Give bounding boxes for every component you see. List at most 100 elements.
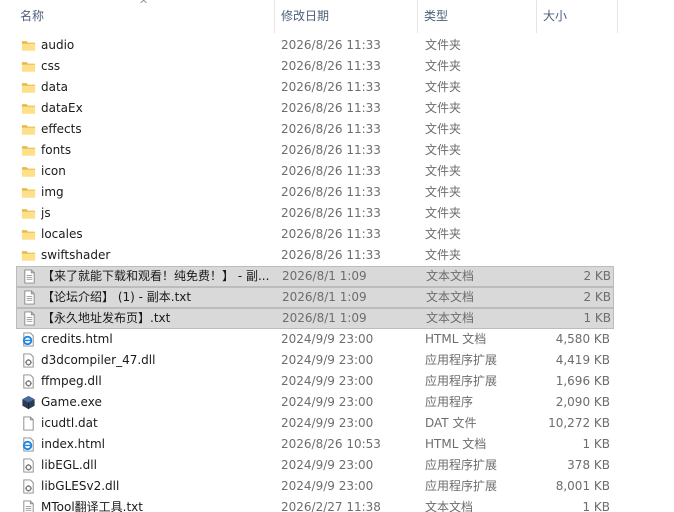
file-size bbox=[536, 56, 610, 77]
file-name: data bbox=[41, 80, 69, 94]
file-name: d3dcompiler_47.dll bbox=[41, 353, 156, 367]
file-name: index.html bbox=[41, 437, 105, 451]
file-modified-date: 2026/8/26 11:33 bbox=[281, 164, 381, 178]
folder-icon bbox=[21, 248, 36, 263]
file-name: swiftshader bbox=[41, 248, 111, 262]
file-type: HTML 文档 bbox=[425, 437, 487, 451]
file-size: 10,272 KB bbox=[548, 416, 610, 430]
file-modified-date: 2026/2/27 11:38 bbox=[281, 500, 381, 512]
file-name: fonts bbox=[41, 143, 72, 157]
file-row[interactable]: Game.exe 2024/9/9 23:00 应用程序 2,090 KB bbox=[16, 392, 614, 413]
file-name: 【来了就能下载和观看！纯免费！】 - 副... bbox=[42, 269, 270, 283]
file-size: 4,580 KB bbox=[555, 332, 610, 346]
file-modified-date: 2026/8/26 11:33 bbox=[281, 185, 381, 199]
file-name: ffmpeg.dll bbox=[41, 374, 102, 388]
file-row[interactable]: img 2026/8/26 11:33 文件夹 bbox=[16, 182, 614, 203]
file-size bbox=[536, 98, 610, 119]
file-size: 8,001 KB bbox=[555, 479, 610, 493]
column-divider[interactable] bbox=[617, 0, 618, 33]
file-type: 文件夹 bbox=[425, 122, 462, 136]
exe-icon bbox=[21, 395, 36, 410]
column-header-type[interactable]: 类型 bbox=[418, 0, 536, 33]
file-name: dataEx bbox=[41, 101, 83, 115]
file-row[interactable]: icon 2026/8/26 11:33 文件夹 bbox=[16, 161, 614, 182]
file-modified-date: 2026/8/26 11:33 bbox=[281, 80, 381, 94]
file-size bbox=[536, 182, 610, 203]
file-row[interactable]: fonts 2026/8/26 11:33 文件夹 bbox=[16, 140, 614, 161]
file-size: 4,419 KB bbox=[555, 353, 610, 367]
file-modified-date: 2024/9/9 23:00 bbox=[281, 479, 374, 493]
dll-file-icon bbox=[21, 353, 36, 368]
file-row[interactable]: dataEx 2026/8/26 11:33 文件夹 bbox=[16, 98, 614, 119]
file-row[interactable]: index.html 2026/8/26 10:53 HTML 文档 1 KB bbox=[16, 434, 614, 455]
file-row[interactable]: js 2026/8/26 11:33 文件夹 bbox=[16, 203, 614, 224]
file-type: 应用程序扩展 bbox=[425, 479, 498, 493]
file-row[interactable]: libEGL.dll 2024/9/9 23:00 应用程序扩展 378 KB bbox=[16, 455, 614, 476]
file-name: img bbox=[41, 185, 64, 199]
file-row[interactable]: swiftshader 2026/8/26 11:33 文件夹 bbox=[16, 245, 614, 266]
file-name: icon bbox=[41, 164, 66, 178]
file-type: 应用程序 bbox=[425, 395, 474, 409]
file-name: MTool翻译工具.txt bbox=[41, 500, 143, 512]
file-modified-date: 2024/9/9 23:00 bbox=[281, 416, 374, 430]
file-type: 应用程序扩展 bbox=[425, 353, 498, 367]
file-type: 文件夹 bbox=[425, 38, 462, 52]
file-row[interactable]: 【来了就能下载和观看！纯免费！】 - 副... 2026/8/1 1:09 文本文档… bbox=[16, 266, 614, 287]
file-name: 【永久地址发布页】.txt bbox=[42, 311, 171, 325]
file-modified-date: 2026/8/26 11:33 bbox=[281, 143, 381, 157]
file-modified-date: 2024/9/9 23:00 bbox=[281, 332, 374, 346]
file-name: js bbox=[41, 206, 51, 220]
file-type: 文件夹 bbox=[425, 59, 462, 73]
file-row[interactable]: 【论坛介绍】 (1) - 副本.txt 2026/8/1 1:09 文本文档 2 KB bbox=[16, 287, 614, 308]
file-row[interactable]: 【永久地址发布页】.txt 2026/8/1 1:09 文本文档 1 KB bbox=[16, 308, 614, 329]
file-row[interactable]: ffmpeg.dll 2024/9/9 23:00 应用程序扩展 1,696 KB bbox=[16, 371, 614, 392]
file-size: 2,090 KB bbox=[555, 395, 610, 409]
folder-icon bbox=[21, 122, 36, 137]
file-type: HTML 文档 bbox=[425, 332, 487, 346]
file-type: 文本文档 bbox=[426, 269, 475, 283]
file-type: 文件夹 bbox=[425, 206, 462, 220]
file-size bbox=[536, 203, 610, 224]
file-type: 应用程序扩展 bbox=[425, 374, 498, 388]
folder-icon bbox=[21, 80, 36, 95]
file-size: 2 KB bbox=[583, 269, 611, 283]
file-row[interactable]: icudtl.dat 2024/9/9 23:00 DAT 文件 10,272 KB bbox=[16, 413, 614, 434]
file-size bbox=[536, 119, 610, 140]
text-file-icon bbox=[22, 311, 37, 326]
file-modified-date: 2026/8/26 10:53 bbox=[281, 437, 381, 451]
file-row[interactable]: audio 2026/8/26 11:33 文件夹 bbox=[16, 35, 614, 56]
folder-icon bbox=[21, 185, 36, 200]
file-size: 2 KB bbox=[583, 290, 611, 304]
text-file-icon bbox=[21, 500, 36, 512]
file-modified-date: 2024/9/9 23:00 bbox=[281, 458, 374, 472]
file-row[interactable]: locales 2026/8/26 11:33 文件夹 bbox=[16, 224, 614, 245]
folder-icon bbox=[21, 206, 36, 221]
file-type: 文件夹 bbox=[425, 227, 462, 241]
file-row[interactable]: effects 2026/8/26 11:33 文件夹 bbox=[16, 119, 614, 140]
file-name: css bbox=[41, 59, 61, 73]
dll-file-icon bbox=[21, 458, 36, 473]
file-size bbox=[536, 245, 610, 266]
file-size bbox=[536, 140, 610, 161]
file-row[interactable]: css 2026/8/26 11:33 文件夹 bbox=[16, 56, 614, 77]
file-size: 1,696 KB bbox=[555, 374, 610, 388]
file-modified-date: 2026/8/26 11:33 bbox=[281, 38, 381, 52]
file-type: 文件夹 bbox=[425, 164, 462, 178]
column-header-size[interactable]: 大小 bbox=[537, 0, 617, 33]
file-modified-date: 2026/8/26 11:33 bbox=[281, 59, 381, 73]
file-row[interactable]: MTool翻译工具.txt 2026/2/27 11:38 文本文档 1 KB bbox=[16, 497, 614, 512]
column-header-date[interactable]: 修改日期 bbox=[275, 0, 417, 33]
file-row[interactable]: libGLESv2.dll 2024/9/9 23:00 应用程序扩展 8,001 K… bbox=[16, 476, 614, 497]
file-type: DAT 文件 bbox=[425, 416, 477, 430]
file-modified-date: 2024/9/9 23:00 bbox=[281, 353, 374, 367]
file-row[interactable]: credits.html 2024/9/9 23:00 HTML 文档 4,580 K… bbox=[16, 329, 614, 350]
file-name: icudtl.dat bbox=[41, 416, 98, 430]
file-row[interactable]: d3dcompiler_47.dll 2024/9/9 23:00 应用程序扩展 4,… bbox=[16, 350, 614, 371]
file-type: 文件夹 bbox=[425, 143, 462, 157]
file-modified-date: 2026/8/1 1:09 bbox=[282, 290, 367, 304]
file-modified-date: 2026/8/26 11:33 bbox=[281, 227, 381, 241]
file-row[interactable]: data 2026/8/26 11:33 文件夹 bbox=[16, 77, 614, 98]
file-size bbox=[536, 35, 610, 56]
file-name: audio bbox=[41, 38, 75, 52]
file-modified-date: 2026/8/26 11:33 bbox=[281, 248, 381, 262]
